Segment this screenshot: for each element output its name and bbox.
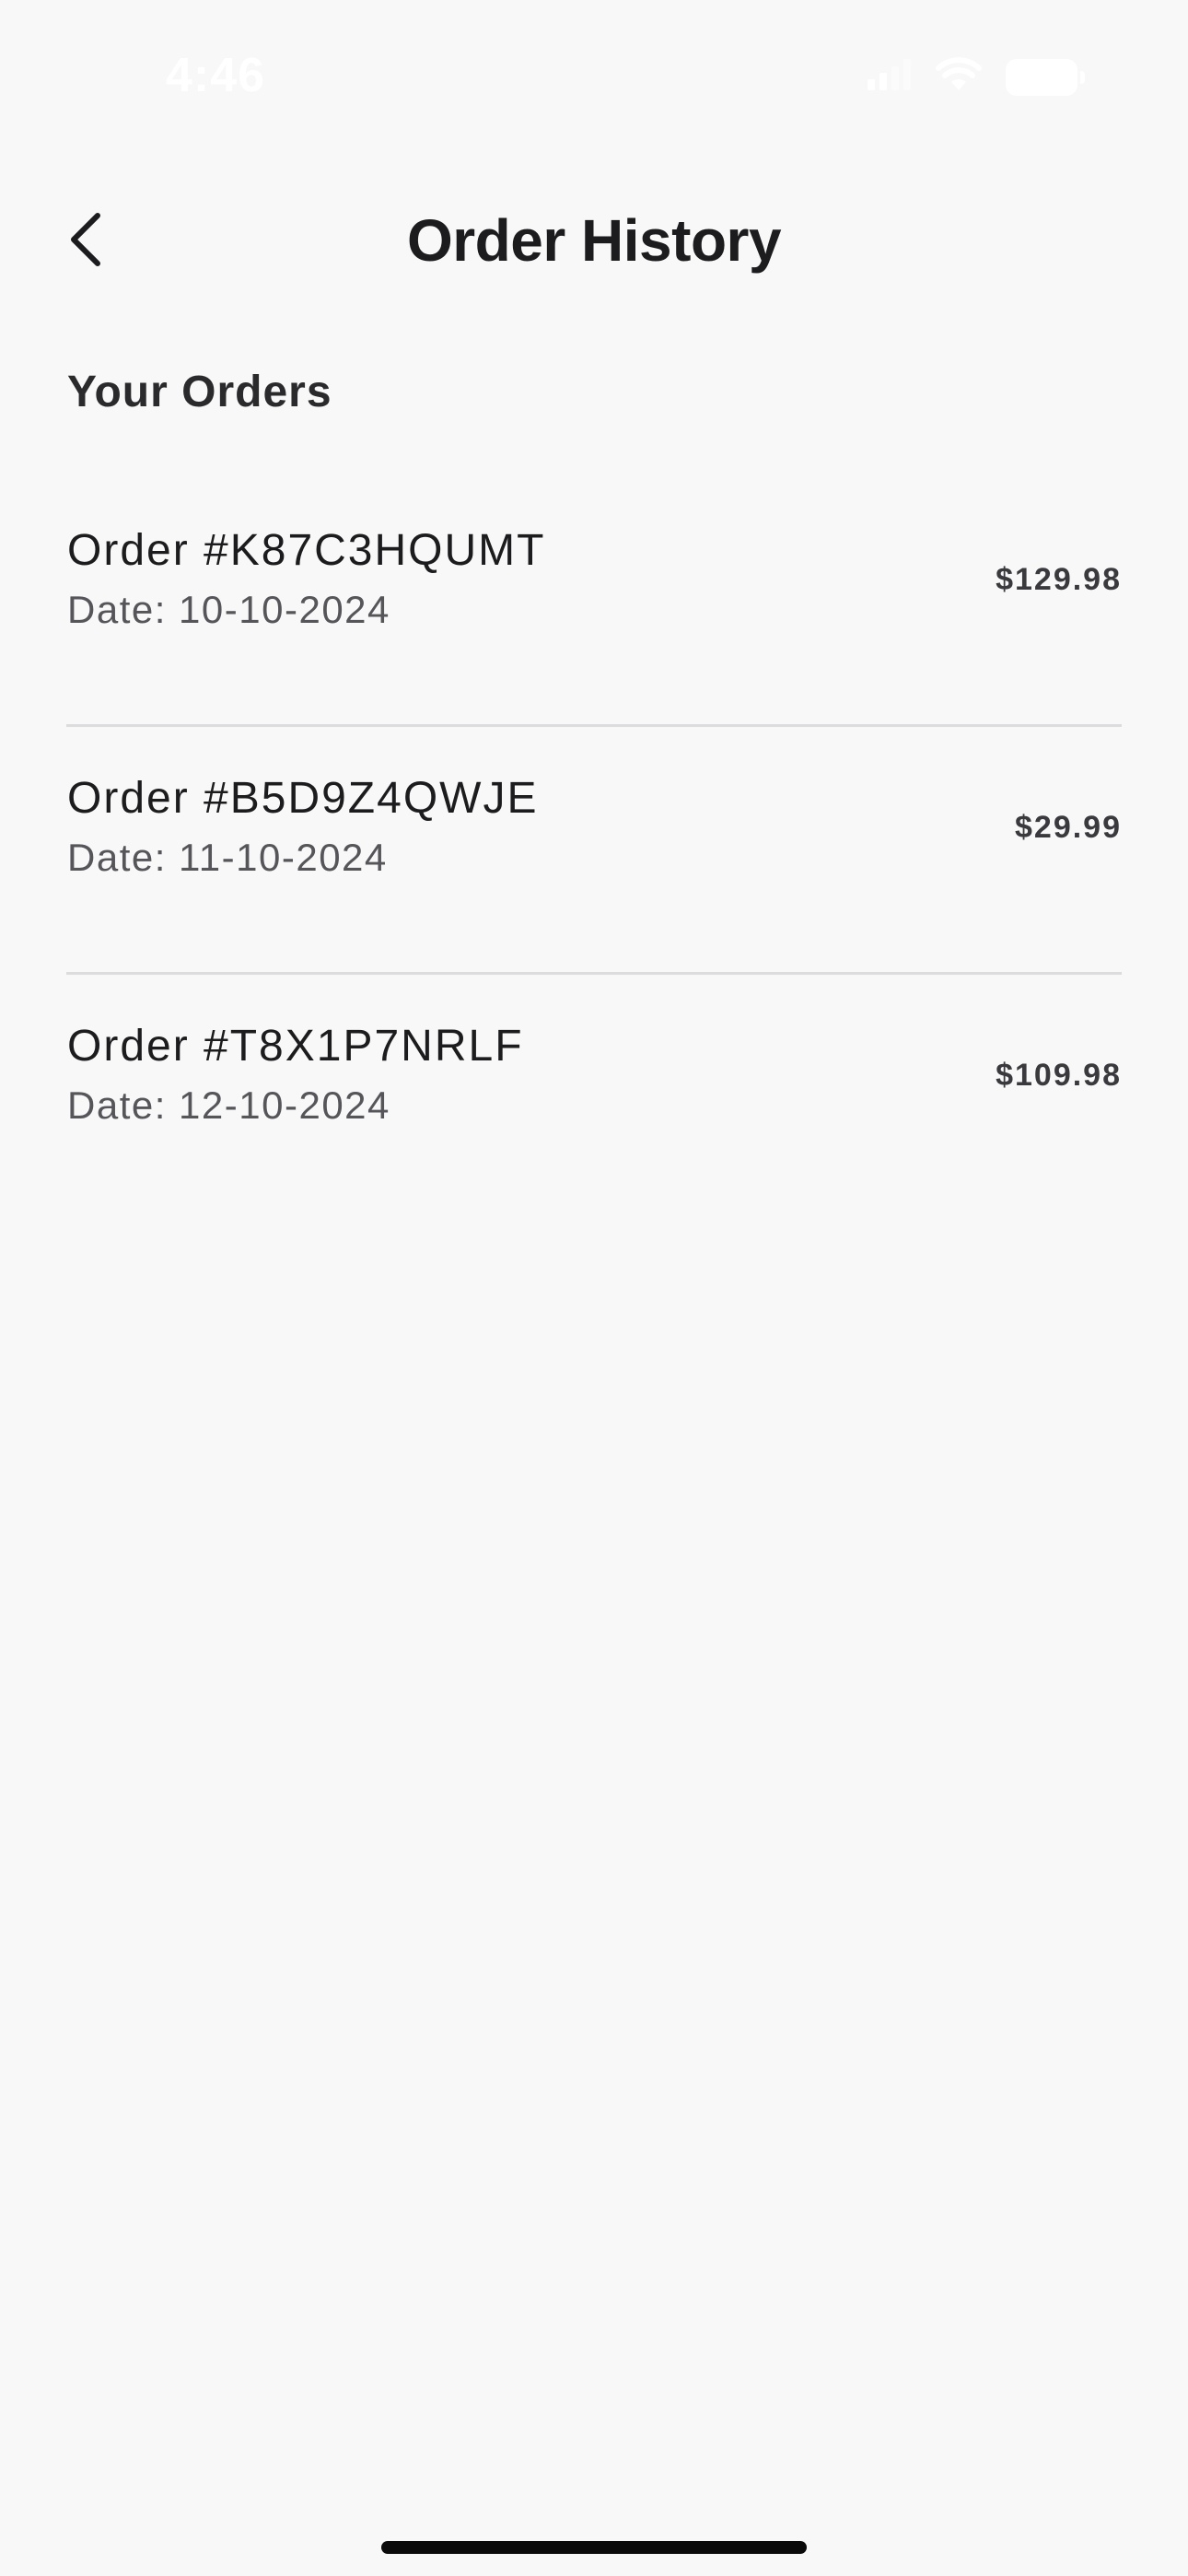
status-time: 4:46: [166, 49, 266, 102]
battery-level: 30: [1026, 61, 1057, 92]
order-number: Order #B5D9Z4QWJE: [67, 774, 539, 823]
order-price: $29.99: [1015, 810, 1122, 845]
order-row[interactable]: Order #B5D9Z4QWJE Date: 11-10-2024 $29.9…: [66, 727, 1122, 975]
order-list: Order #K87C3HQUMT Date: 10-10-2024 $129.…: [66, 479, 1122, 1220]
nav-bar: Order History: [0, 184, 1188, 299]
status-icons: 30: [868, 57, 1085, 97]
order-date: Date: 10-10-2024: [67, 588, 390, 631]
cellular-signal-icon: [868, 59, 912, 95]
order-price: $129.98: [996, 562, 1122, 597]
order-number: Order #T8X1P7NRLF: [67, 1022, 524, 1071]
order-row[interactable]: Order #K87C3HQUMT Date: 10-10-2024 $129.…: [66, 479, 1122, 727]
battery-icon: 30: [1006, 58, 1085, 96]
order-row[interactable]: Order #T8X1P7NRLF Date: 12-10-2024 $109.…: [66, 975, 1122, 1220]
order-date: Date: 11-10-2024: [67, 836, 388, 879]
section-title: Your Orders: [67, 368, 332, 416]
status-bar: 4:46 30: [0, 0, 1188, 157]
order-date: Date: 12-10-2024: [67, 1083, 390, 1127]
home-indicator[interactable]: [381, 2541, 807, 2554]
page-title: Order History: [406, 207, 782, 274]
order-number: Order #K87C3HQUMT: [67, 526, 546, 575]
order-price: $109.98: [996, 1058, 1122, 1093]
wifi-icon: [936, 57, 982, 97]
